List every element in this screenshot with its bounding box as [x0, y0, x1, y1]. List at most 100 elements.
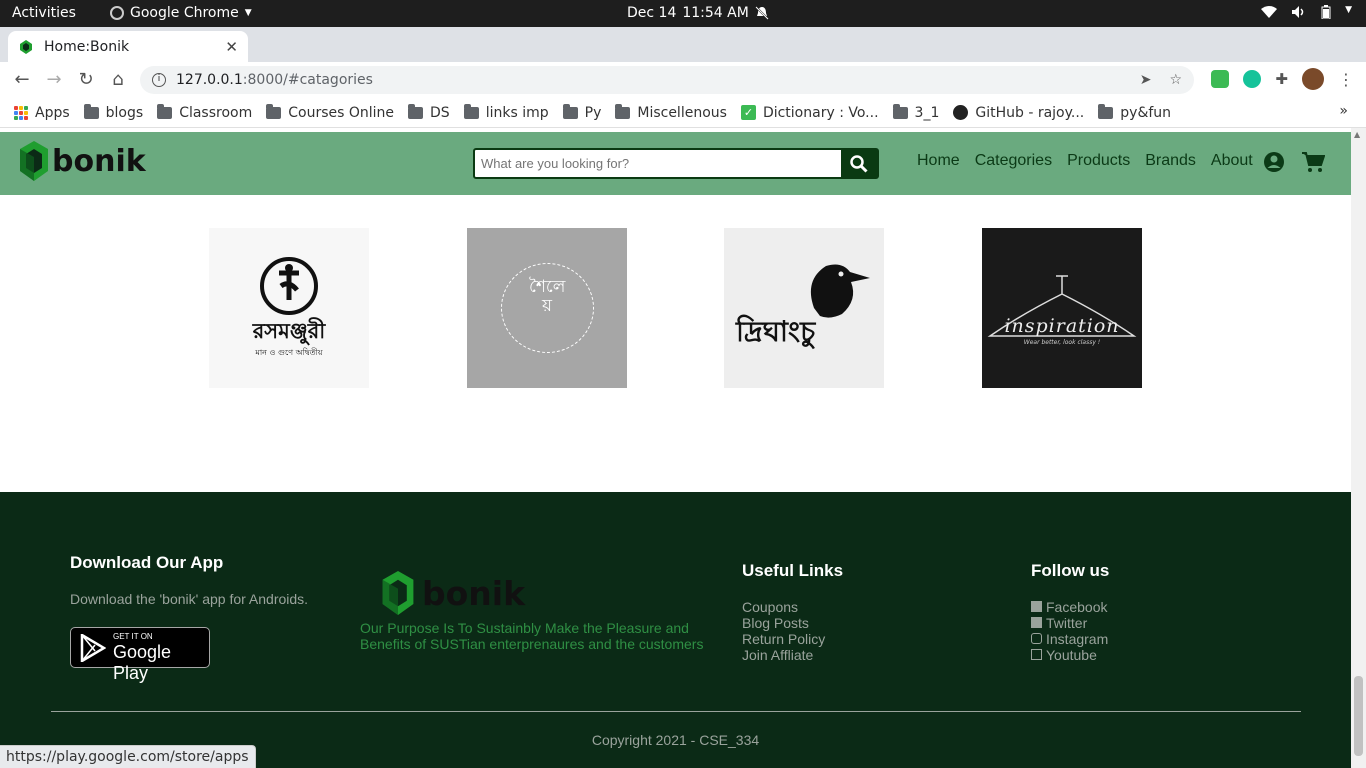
- inbox-extension-icon[interactable]: [1211, 70, 1230, 88]
- chrome-icon: [110, 6, 124, 20]
- bookmark-star-icon[interactable]: ☆: [1169, 72, 1182, 88]
- twitter-icon: [1031, 617, 1042, 628]
- folder-icon: [892, 103, 908, 119]
- bookmark-folder[interactable]: 3_1: [892, 103, 939, 121]
- bookmark-folder[interactable]: blogs: [83, 103, 143, 121]
- bookmark-folder[interactable]: Courses Online: [266, 103, 395, 121]
- bookmark-folder[interactable]: Miscellenous: [615, 103, 727, 121]
- folder-icon: [408, 103, 424, 119]
- reload-icon[interactable]: ↻: [70, 69, 102, 90]
- google-play-badge[interactable]: GET IT ON Google Play: [70, 627, 210, 683]
- close-tab-icon[interactable]: ✕: [225, 38, 238, 56]
- brand-name: শৈলেয়: [529, 277, 566, 316]
- chevron-down-icon: ▼: [244, 8, 252, 18]
- brand-card-roshmonjuri[interactable]: রসমঞ্জুরী মান ও গুণে অদ্বিতীয়: [209, 228, 369, 388]
- roshmonjuri-logo-icon: [260, 257, 318, 315]
- bookmark-folder[interactable]: Py: [562, 103, 602, 121]
- page-scrollbar[interactable]: ▲: [1351, 128, 1366, 768]
- send-icon[interactable]: ➤: [1140, 72, 1152, 88]
- user-account-icon[interactable]: [1263, 151, 1285, 173]
- brand-card-drighangchu[interactable]: দ্রিঘাংচু: [724, 228, 884, 388]
- bookmark-apps[interactable]: Apps: [14, 105, 70, 121]
- shopping-cart-icon[interactable]: [1301, 151, 1325, 173]
- follow-label: Youtube: [1046, 647, 1097, 663]
- purpose-line-2: Benefits of SUSTian enterprenaures and t…: [360, 636, 704, 652]
- footer-logo[interactable]: bonik: [378, 571, 525, 615]
- app-menu[interactable]: Google Chrome ▼: [110, 5, 252, 21]
- forward-icon[interactable]: →: [38, 69, 70, 90]
- folder-icon: [615, 103, 631, 119]
- bookmark-folder[interactable]: py&fun: [1098, 103, 1171, 121]
- more-bookmarks-icon[interactable]: »: [1339, 103, 1348, 119]
- link-coupons[interactable]: Coupons: [742, 599, 825, 615]
- status-bubble: https://play.google.com/store/apps: [0, 745, 256, 768]
- main-nav: Home Categories Products Brands About: [917, 152, 1253, 170]
- brand-card-shoiloy[interactable]: শৈলেয়: [467, 228, 627, 388]
- bookmark-github[interactable]: GitHub - rajoy...: [953, 105, 1084, 121]
- folder-icon: [157, 103, 173, 119]
- tab-home-bonik[interactable]: Home:Bonik ✕: [8, 31, 248, 62]
- bookmark-label: Py: [584, 104, 602, 121]
- bookmark-dictionary[interactable]: ✓ Dictionary : Vo...: [740, 104, 879, 121]
- profile-avatar[interactable]: [1302, 68, 1324, 90]
- nav-home[interactable]: Home: [917, 152, 960, 170]
- link-return-policy[interactable]: Return Policy: [742, 631, 825, 647]
- purpose-text: Our Purpose Is To Sustainbly Make the Pl…: [360, 620, 703, 652]
- site-info-icon[interactable]: i: [152, 73, 166, 87]
- time: 11:54 AM: [682, 5, 749, 21]
- search-button[interactable]: [841, 150, 877, 177]
- folder-icon: [1098, 103, 1114, 119]
- gplay-small-text: GET IT ON: [113, 632, 153, 641]
- bookmark-folder[interactable]: Classroom: [157, 103, 252, 121]
- follow-list: Facebook Twitter Instagram Youtube: [1031, 599, 1108, 663]
- folder-icon: [83, 103, 99, 119]
- address-bar[interactable]: i 127.0.0.1:8000/#catagories ➤ ☆: [140, 66, 1194, 94]
- bookmark-folder[interactable]: links imp: [463, 103, 549, 121]
- site-footer: Download Our App Download the 'bonik' ap…: [0, 492, 1351, 768]
- facebook-icon: [1031, 601, 1042, 612]
- brand-card-inspiration[interactable]: inspiration Wear better, look classy !: [982, 228, 1142, 388]
- activities-button[interactable]: Activities: [12, 5, 76, 21]
- brand-name: দ্রিঘাংচু: [736, 315, 816, 348]
- folder-icon: [266, 103, 282, 119]
- scroll-up-arrow-icon[interactable]: ▲: [1354, 130, 1360, 139]
- footer-logo-text: bonik: [422, 573, 526, 613]
- bookmark-label: Courses Online: [288, 104, 395, 121]
- nav-brands[interactable]: Brands: [1145, 152, 1196, 170]
- nav-products[interactable]: Products: [1067, 152, 1130, 170]
- menu-kebab-icon[interactable]: ⋮: [1338, 70, 1354, 89]
- instagram-icon: [1031, 633, 1042, 644]
- brand-name: inspiration: [1004, 315, 1120, 337]
- site-logo[interactable]: bonik: [18, 141, 146, 181]
- clock[interactable]: Dec 14 11:54 AM: [627, 5, 769, 21]
- bonik-logo-icon: [20, 141, 48, 181]
- follow-title: Follow us: [1031, 561, 1110, 580]
- nav-categories[interactable]: Categories: [975, 152, 1052, 170]
- useful-links-title: Useful Links: [742, 561, 844, 580]
- link-blog-posts[interactable]: Blog Posts: [742, 615, 825, 631]
- extensions-puzzle-icon[interactable]: ✚: [1275, 70, 1288, 88]
- apps-grid-icon: [14, 105, 28, 120]
- back-icon[interactable]: ←: [6, 69, 38, 90]
- nav-about[interactable]: About: [1211, 152, 1253, 170]
- link-youtube[interactable]: Youtube: [1031, 647, 1108, 663]
- date: Dec 14: [627, 5, 677, 21]
- grammarly-icon[interactable]: [1243, 70, 1262, 88]
- bonik-logo-icon: [382, 571, 414, 615]
- extensions-area: ✚ ⋮: [1211, 68, 1354, 90]
- bookmark-label: Apps: [35, 104, 70, 121]
- tab-title: Home:Bonik: [44, 38, 130, 55]
- scrollbar-thumb[interactable]: [1354, 676, 1363, 756]
- browser-toolbar: ← → ↻ ⌂ i 127.0.0.1:8000/#catagories ➤ ☆…: [0, 62, 1366, 98]
- home-icon[interactable]: ⌂: [102, 69, 134, 90]
- crow-icon: [810, 264, 870, 318]
- link-facebook[interactable]: Facebook: [1031, 599, 1108, 615]
- bookmark-label: Dictionary : Vo...: [762, 104, 879, 121]
- system-tray[interactable]: ▼: [1261, 5, 1352, 19]
- bookmark-folder[interactable]: DS: [408, 103, 450, 121]
- link-instagram[interactable]: Instagram: [1031, 631, 1108, 647]
- link-twitter[interactable]: Twitter: [1031, 615, 1108, 631]
- link-join-affliate[interactable]: Join Affliate: [742, 647, 825, 663]
- search-input[interactable]: [475, 150, 841, 177]
- follow-label: Instagram: [1046, 631, 1109, 647]
